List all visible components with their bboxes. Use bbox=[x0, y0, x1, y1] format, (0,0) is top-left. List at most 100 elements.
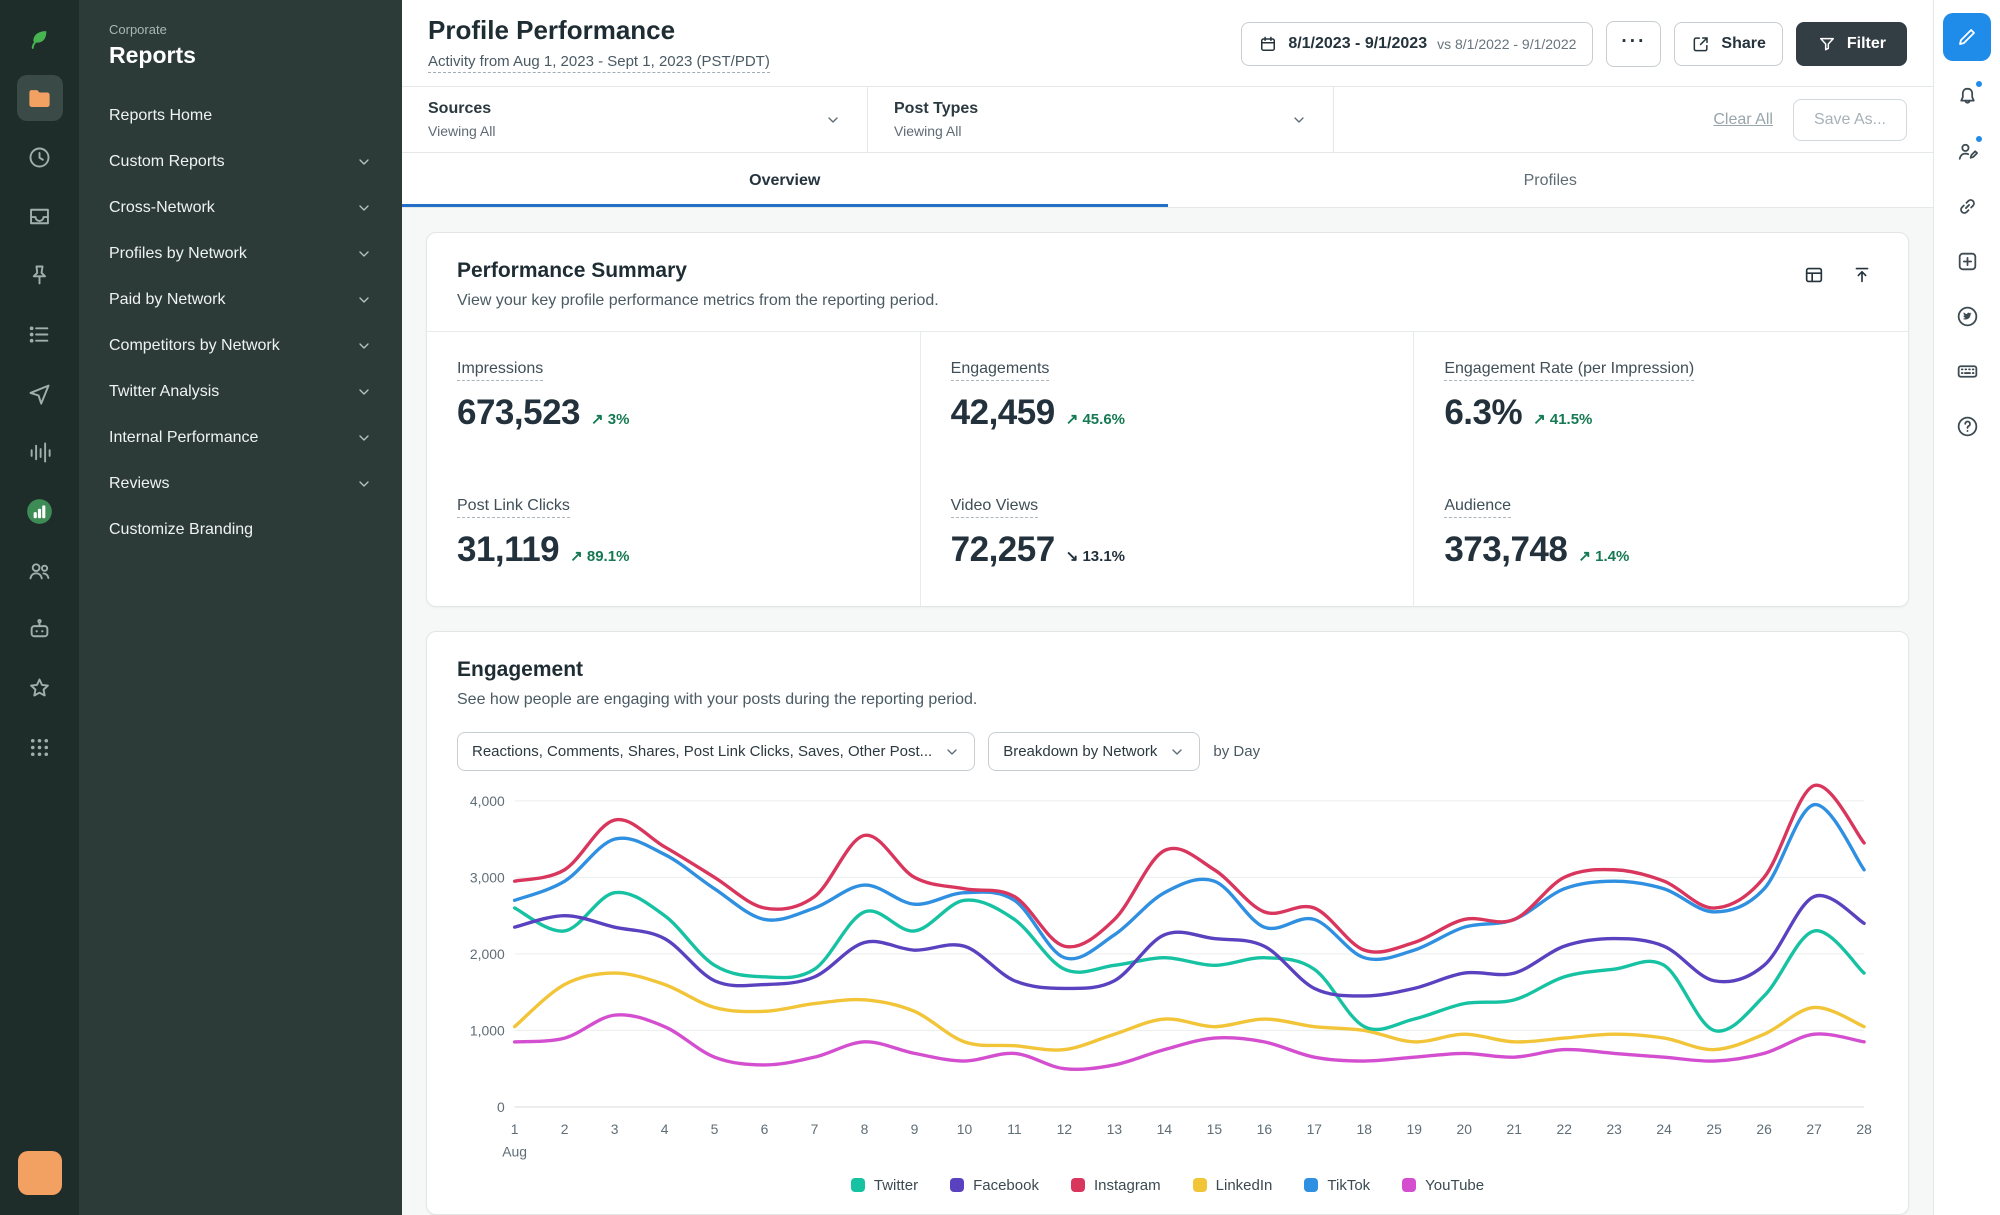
twitter-button[interactable] bbox=[1947, 296, 1987, 336]
sidebar-item-reviews[interactable]: Reviews bbox=[79, 461, 402, 507]
star-icon[interactable] bbox=[17, 665, 63, 711]
legend-item-instagram[interactable]: Instagram bbox=[1070, 1176, 1161, 1194]
tab-profiles[interactable]: Profiles bbox=[1168, 153, 1934, 207]
date-range-value: 8/1/2023 - 9/1/2023 bbox=[1288, 35, 1428, 52]
pin-icon[interactable] bbox=[17, 252, 63, 298]
apps-grid-icon[interactable] bbox=[17, 724, 63, 770]
waveform-icon[interactable] bbox=[17, 429, 63, 475]
sidebar-item-label: Cross-Network bbox=[109, 199, 215, 216]
legend-item-facebook[interactable]: Facebook bbox=[950, 1177, 1039, 1194]
legend-label: Instagram bbox=[1093, 1176, 1161, 1194]
svg-text:3,000: 3,000 bbox=[470, 869, 505, 885]
performance-summary-card: Performance Summary View your key profil… bbox=[426, 232, 1909, 607]
legend-item-youtube[interactable]: YouTube bbox=[1402, 1177, 1484, 1194]
legend-swatch bbox=[1192, 1178, 1207, 1193]
svg-text:18: 18 bbox=[1357, 1121, 1373, 1137]
utility-rail bbox=[1933, 0, 2000, 1215]
svg-text:2: 2 bbox=[561, 1121, 569, 1137]
compose-button[interactable] bbox=[1943, 13, 1991, 61]
table-view-button[interactable] bbox=[1798, 259, 1830, 291]
clear-all-link[interactable]: Clear All bbox=[1713, 111, 1773, 129]
svg-text:6: 6 bbox=[761, 1121, 769, 1137]
share-button[interactable]: Share bbox=[1674, 22, 1783, 66]
breakdown-select[interactable]: Breakdown by Network bbox=[988, 732, 1201, 771]
sidebar-item-competitors-by-network[interactable]: Competitors by Network bbox=[79, 323, 402, 369]
page-title: Profile Performance bbox=[428, 15, 676, 45]
sprout-logo-icon[interactable] bbox=[17, 16, 63, 62]
notifications-button[interactable] bbox=[1947, 76, 1987, 116]
metric-delta: ↗ 89.1% bbox=[570, 547, 629, 565]
metric-audience: Audience 373,748 ↗ 1.4% bbox=[1414, 469, 1908, 606]
sidebar-item-custom-reports[interactable]: Custom Reports bbox=[79, 139, 402, 185]
compose-pencil-icon bbox=[1959, 29, 1975, 45]
link-button[interactable] bbox=[1947, 186, 1987, 226]
chevron-down-icon bbox=[1172, 748, 1183, 755]
clock-icon[interactable] bbox=[17, 134, 63, 180]
svg-text:16: 16 bbox=[1257, 1121, 1273, 1137]
filter-button[interactable]: Filter bbox=[1795, 22, 1907, 66]
question-icon bbox=[1957, 416, 1977, 436]
user-avatar[interactable] bbox=[17, 1151, 62, 1195]
app-root: Corporate Reports Reports Home Custom Re… bbox=[0, 0, 2000, 1215]
inbox-icon[interactable] bbox=[17, 193, 63, 239]
legend-swatch bbox=[1402, 1178, 1417, 1193]
metric-label[interactable]: Audience bbox=[1444, 497, 1512, 518]
sidebar-item-cross-network[interactable]: Cross-Network bbox=[79, 185, 402, 231]
metric-filter-value: Reactions, Comments, Shares, Post Link C… bbox=[472, 743, 933, 760]
sidebar-item-profiles-by-network[interactable]: Profiles by Network bbox=[79, 231, 402, 277]
metric-value: 6.3% bbox=[1444, 393, 1523, 432]
more-options-button[interactable]: ··· bbox=[1606, 21, 1662, 67]
metric-label[interactable]: Engagement Rate (per Impression) bbox=[1444, 360, 1695, 381]
svg-text:10: 10 bbox=[957, 1121, 973, 1137]
post-types-filter[interactable]: Post Types Viewing All bbox=[868, 87, 1334, 152]
assist-button[interactable] bbox=[1947, 131, 1987, 171]
bot-icon[interactable] bbox=[17, 606, 63, 652]
metric-label[interactable]: Video Views bbox=[950, 497, 1039, 518]
export-button[interactable] bbox=[1846, 259, 1878, 291]
new-item-button[interactable] bbox=[1947, 241, 1987, 281]
legend-swatch bbox=[850, 1178, 865, 1193]
sidebar-item-customize-branding[interactable]: Customize Branding bbox=[79, 507, 402, 553]
send-icon[interactable] bbox=[17, 370, 63, 416]
filter-bar: Sources Viewing All Post Types Viewing A… bbox=[402, 86, 1933, 153]
keyboard-icon bbox=[1957, 364, 1977, 378]
chevron-down-icon bbox=[359, 389, 369, 395]
users-icon[interactable] bbox=[17, 547, 63, 593]
metric-filter-select[interactable]: Reactions, Comments, Shares, Post Link C… bbox=[457, 732, 976, 771]
sidebar-item-label: Reviews bbox=[109, 475, 170, 492]
date-range-button[interactable]: 8/1/2023 - 9/1/2023 vs 8/1/2022 - 9/1/20… bbox=[1241, 22, 1594, 66]
queue-list-icon[interactable] bbox=[17, 311, 63, 357]
svg-text:28: 28 bbox=[1856, 1121, 1872, 1137]
activity-range-label[interactable]: Activity from Aug 1, 2023 - Sept 1, 2023… bbox=[428, 53, 770, 73]
svg-text:7: 7 bbox=[811, 1121, 819, 1137]
metric-label[interactable]: Engagements bbox=[950, 360, 1050, 381]
legend-item-linkedin[interactable]: LinkedIn bbox=[1192, 1177, 1272, 1194]
chevron-down-icon bbox=[1294, 116, 1304, 123]
sidebar-item-label: Custom Reports bbox=[109, 153, 225, 170]
save-as-button[interactable]: Save As... bbox=[1792, 98, 1907, 141]
metric-delta: ↗ 45.6% bbox=[1066, 410, 1125, 428]
sidebar-item-reports-home[interactable]: Reports Home bbox=[79, 93, 402, 139]
sidebar-item-label: Reports Home bbox=[109, 107, 213, 124]
sources-filter[interactable]: Sources Viewing All bbox=[402, 87, 868, 152]
sidebar-item-internal-performance[interactable]: Internal Performance bbox=[79, 415, 402, 461]
metric-label[interactable]: Post Link Clicks bbox=[457, 497, 570, 518]
svg-text:26: 26 bbox=[1756, 1121, 1772, 1137]
legend-item-tiktok[interactable]: TikTok bbox=[1304, 1177, 1370, 1194]
metric-delta-value: 13.1% bbox=[1082, 548, 1126, 565]
metric-label[interactable]: Impressions bbox=[457, 360, 544, 381]
svg-text:Aug: Aug bbox=[502, 1144, 527, 1160]
sidebar-item-paid-by-network[interactable]: Paid by Network bbox=[79, 277, 402, 323]
sidebar-item-twitter-analysis[interactable]: Twitter Analysis bbox=[79, 369, 402, 415]
svg-text:4,000: 4,000 bbox=[470, 793, 505, 809]
legend-item-twitter[interactable]: Twitter bbox=[850, 1177, 918, 1194]
keyboard-button[interactable] bbox=[1947, 351, 1987, 391]
tab-overview[interactable]: Overview bbox=[402, 153, 1168, 207]
svg-text:9: 9 bbox=[911, 1121, 919, 1137]
metric-delta: ↗ 3% bbox=[591, 410, 629, 428]
svg-text:14: 14 bbox=[1157, 1121, 1173, 1137]
bar-chart-icon[interactable] bbox=[17, 488, 63, 534]
svg-text:8: 8 bbox=[861, 1121, 869, 1137]
help-button[interactable] bbox=[1947, 406, 1987, 446]
folder-icon[interactable] bbox=[16, 75, 63, 121]
